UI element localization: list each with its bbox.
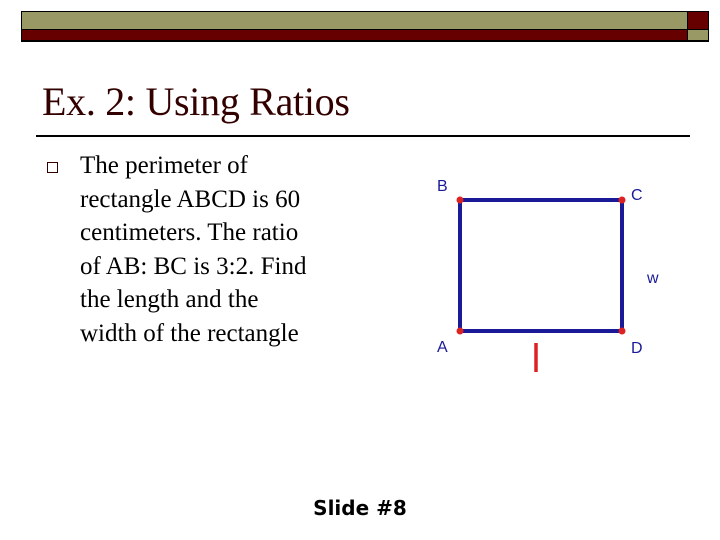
- header-bar: [21, 11, 709, 42]
- vertex-a-point: [456, 327, 464, 335]
- vertex-label-b: B: [437, 178, 448, 195]
- bullet-square-icon: [47, 162, 58, 173]
- bullet-line: The perimeter of: [80, 152, 248, 179]
- bullet-line: rectangle ABCD is 60: [80, 185, 301, 213]
- header-band-red: [22, 30, 687, 40]
- bullet-line: of AB: BC is 3:2. Find: [80, 252, 307, 280]
- vertex-label-a: A: [437, 339, 448, 356]
- vertex-d-point: [618, 327, 626, 335]
- header-band-olive: [22, 12, 687, 29]
- header-square-red: [688, 12, 708, 29]
- side-label-width: w: [646, 270, 659, 287]
- bullet-text: The perimeter of rectangle ABCD is 60 ce…: [80, 149, 380, 350]
- slide-number: Slide #8: [313, 496, 407, 520]
- bullet-line: width of the rectangle: [80, 319, 299, 347]
- vertex-label-c: C: [631, 187, 643, 204]
- bullet-line: centimeters. The ratio: [80, 219, 299, 246]
- vertex-b-point: [456, 196, 464, 204]
- rectangle-figure: B C A D w: [437, 178, 659, 372]
- vertex-c-point: [618, 196, 626, 204]
- vertex-label-d: D: [631, 340, 643, 357]
- bullet-line: the length and the: [80, 286, 259, 313]
- header-square-olive: [688, 30, 708, 40]
- title-divider: [36, 135, 690, 137]
- slide-title: Ex. 2: Using Ratios: [42, 79, 350, 124]
